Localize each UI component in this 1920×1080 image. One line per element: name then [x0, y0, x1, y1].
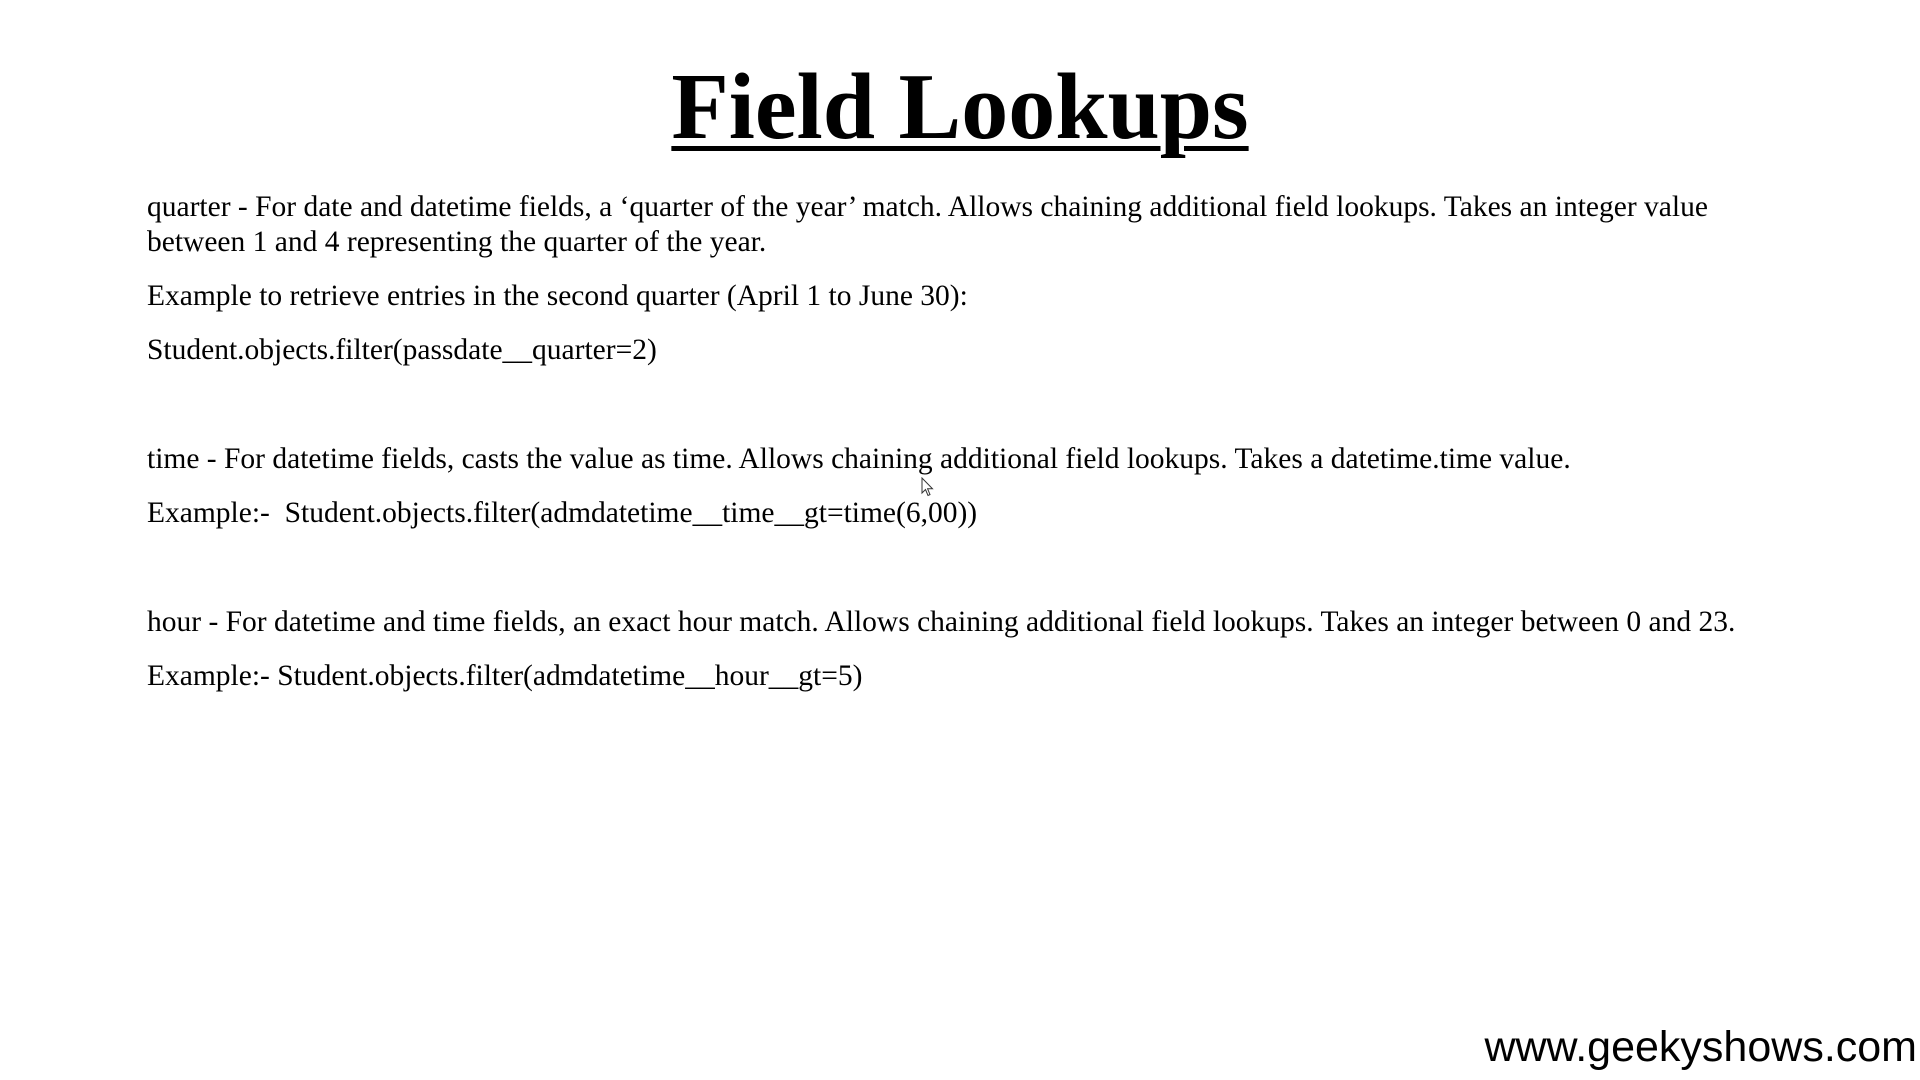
quarter-description: quarter - For date and datetime fields, …	[147, 191, 1708, 258]
quarter-example-code: Student.objects.filter(passdate__quarter…	[147, 334, 657, 366]
slide-body: quarter - For date and datetime fields, …	[147, 190, 1797, 694]
time-example: Example:- Student.objects.filter(admdate…	[147, 497, 978, 529]
mouse-pointer-icon	[921, 477, 934, 497]
hour-description: hour - For datetime and time fields, an …	[147, 606, 1736, 638]
quarter-example-intro: Example to retrieve entries in the secon…	[147, 280, 968, 312]
hour-example: Example:- Student.objects.filter(admdate…	[147, 660, 863, 692]
time-description: time - For datetime fields, casts the va…	[147, 443, 1571, 475]
slide-title: Field Lookups	[671, 55, 1249, 159]
website-url: www.geekyshows.com	[1484, 1023, 1917, 1071]
